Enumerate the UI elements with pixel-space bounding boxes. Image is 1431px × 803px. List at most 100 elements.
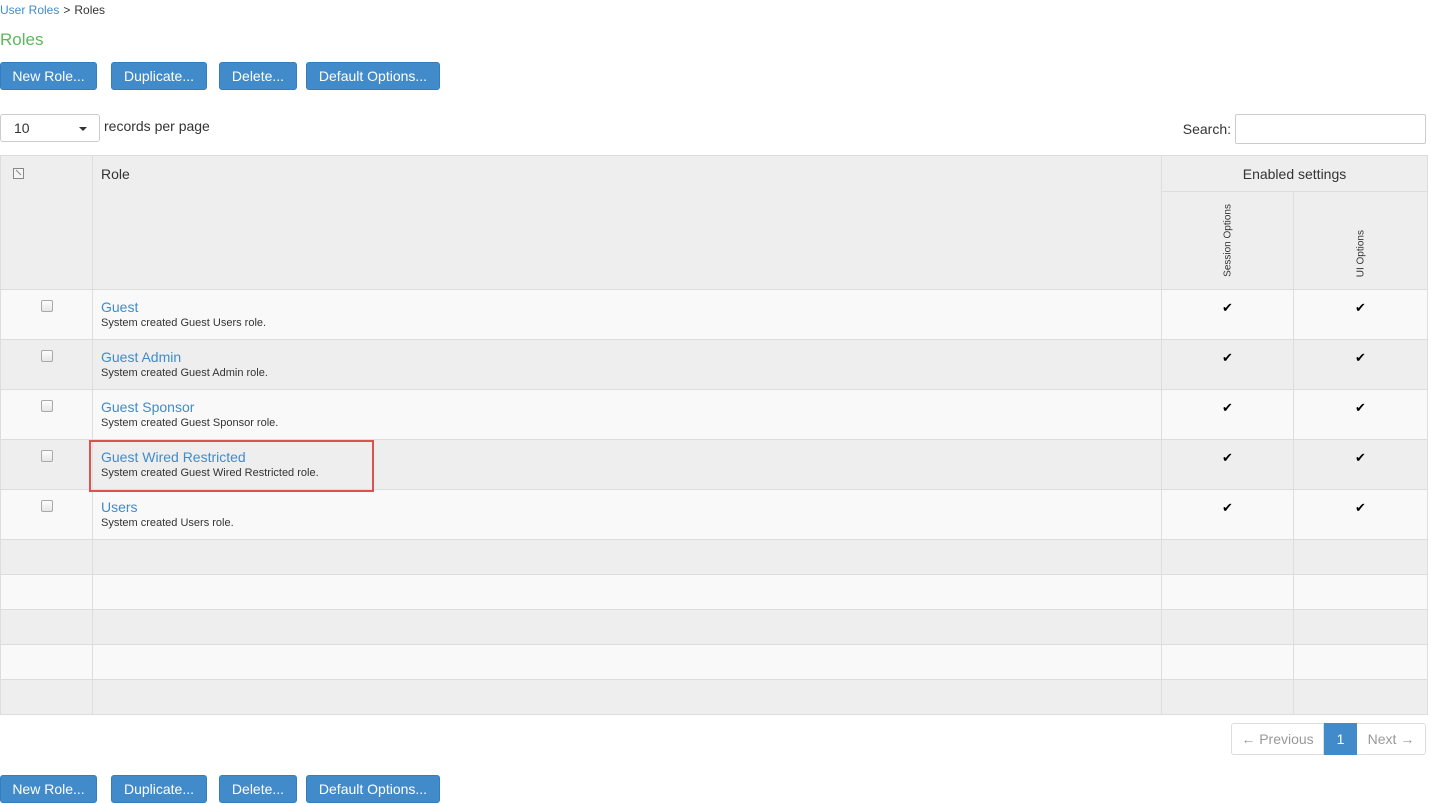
empty-cell — [92, 574, 1162, 610]
records-per-page-value: 10 — [14, 120, 30, 136]
ui-options-cell: ✔ — [1293, 289, 1428, 340]
row-checkbox[interactable] — [41, 500, 53, 512]
page-title: Roles — [0, 30, 44, 49]
role-description: System created Guest Sponsor role. — [101, 417, 279, 429]
enabled-settings-header: Enabled settings — [1161, 155, 1428, 192]
session-options-header: Session Options — [1161, 191, 1294, 290]
ui-options-cell: ✔ — [1293, 489, 1428, 540]
table-row: Guest Admin System created Guest Admin r… — [0, 339, 1428, 390]
checkmark-icon: ✔ — [1222, 450, 1233, 465]
checkmark-icon: ✔ — [1355, 400, 1366, 415]
role-name-link[interactable]: Guest Wired Restricted — [101, 449, 1161, 465]
select-all-icon[interactable] — [13, 168, 24, 179]
roles-table: Role Enabled settings Session Options UI… — [0, 155, 1428, 715]
session-options-cell: ✔ — [1161, 389, 1294, 440]
ui-options-cell: ✔ — [1293, 389, 1428, 440]
empty-cell — [0, 539, 93, 575]
breadcrumb: User Roles > Roles — [0, 3, 105, 17]
role-description: System created Guest Wired Restricted ro… — [101, 467, 319, 479]
session-options-cell: ✔ — [1161, 289, 1294, 340]
role-name-link[interactable]: Guest — [101, 299, 1161, 315]
role-name-link[interactable]: Users — [101, 499, 1161, 515]
ui-options-cell: ✔ — [1293, 439, 1428, 490]
row-select-cell — [0, 489, 93, 540]
checkmark-icon: ✔ — [1355, 500, 1366, 515]
new-role-button[interactable]: New Role... — [0, 62, 97, 90]
row-select-cell — [0, 289, 93, 340]
duplicate-button-bottom[interactable]: Duplicate... — [111, 775, 207, 803]
empty-cell — [0, 644, 93, 680]
row-checkbox[interactable] — [41, 300, 53, 312]
row-select-cell — [0, 389, 93, 440]
ui-options-label: UI Options — [1355, 229, 1366, 277]
empty-cell — [1293, 679, 1428, 715]
role-cell: Guest Wired Restricted System created Gu… — [92, 439, 1162, 490]
role-cell: Guest Admin System created Guest Admin r… — [92, 339, 1162, 390]
table-row: Guest System created Guest Users role. ✔… — [0, 289, 1428, 340]
empty-cell — [92, 609, 1162, 645]
checkmark-icon: ✔ — [1355, 300, 1366, 315]
records-per-page: 10 records per page — [0, 114, 210, 142]
empty-cell — [92, 644, 1162, 680]
empty-cell — [1293, 644, 1428, 680]
checkmark-icon: ✔ — [1222, 300, 1233, 315]
records-per-page-label: records per page — [104, 118, 210, 134]
role-cell: Guest Sponsor System created Guest Spons… — [92, 389, 1162, 440]
search-label: Search: — [1182, 121, 1231, 137]
new-role-button-bottom[interactable]: New Role... — [0, 775, 97, 803]
empty-cell — [1293, 609, 1428, 645]
role-name-link[interactable]: Guest Admin — [101, 349, 1161, 365]
breadcrumb-separator: > — [63, 3, 71, 17]
empty-cell — [92, 539, 1162, 575]
role-cell: Users System created Users role. — [92, 489, 1162, 540]
session-options-cell: ✔ — [1161, 489, 1294, 540]
search-input[interactable] — [1235, 114, 1426, 144]
empty-row — [0, 679, 1428, 715]
session-options-cell: ✔ — [1161, 339, 1294, 390]
empty-cell — [1293, 539, 1428, 575]
table-row: Guest Wired Restricted System created Gu… — [0, 439, 1428, 490]
empty-cell — [0, 574, 93, 610]
breadcrumb-user-roles-link[interactable]: User Roles — [0, 3, 59, 17]
empty-cell — [0, 679, 93, 715]
default-options-button-bottom[interactable]: Default Options... — [306, 775, 440, 803]
select-all-header — [0, 155, 93, 290]
empty-row — [0, 644, 1428, 680]
ui-options-cell: ✔ — [1293, 339, 1428, 390]
delete-button-bottom[interactable]: Delete... — [219, 775, 297, 803]
role-description: System created Guest Admin role. — [101, 367, 268, 379]
checkmark-icon: ✔ — [1355, 450, 1366, 465]
checkmark-icon: ✔ — [1222, 400, 1233, 415]
session-options-label: Session Options — [1222, 204, 1233, 277]
empty-cell — [1293, 574, 1428, 610]
empty-cell — [92, 679, 1162, 715]
role-column-header[interactable]: Role — [92, 155, 1162, 290]
row-checkbox[interactable] — [41, 350, 53, 362]
empty-row — [0, 609, 1428, 645]
empty-cell — [0, 609, 93, 645]
ui-options-header: UI Options — [1293, 191, 1428, 290]
empty-cell — [1161, 609, 1294, 645]
current-page[interactable]: 1 — [1324, 723, 1357, 755]
role-description: System created Users role. — [101, 517, 234, 529]
row-select-cell — [0, 439, 93, 490]
next-page-link[interactable]: Next → — [1357, 723, 1426, 755]
session-options-cell: ✔ — [1161, 439, 1294, 490]
empty-cell — [1161, 574, 1294, 610]
role-description: System created Guest Users role. — [101, 317, 267, 329]
default-options-button[interactable]: Default Options... — [306, 62, 440, 90]
checkmark-icon: ✔ — [1222, 500, 1233, 515]
empty-row — [0, 539, 1428, 575]
previous-page-link[interactable]: ← Previous — [1231, 723, 1324, 755]
row-checkbox[interactable] — [41, 400, 53, 412]
row-checkbox[interactable] — [41, 450, 53, 462]
empty-row — [0, 574, 1428, 610]
role-cell: Guest System created Guest Users role. — [92, 289, 1162, 340]
duplicate-button[interactable]: Duplicate... — [111, 62, 207, 90]
empty-cell — [1161, 539, 1294, 575]
records-per-page-select[interactable]: 10 — [0, 114, 100, 142]
row-select-cell — [0, 339, 93, 390]
role-name-link[interactable]: Guest Sponsor — [101, 399, 1161, 415]
breadcrumb-current: Roles — [74, 3, 106, 17]
delete-button[interactable]: Delete... — [219, 62, 297, 90]
